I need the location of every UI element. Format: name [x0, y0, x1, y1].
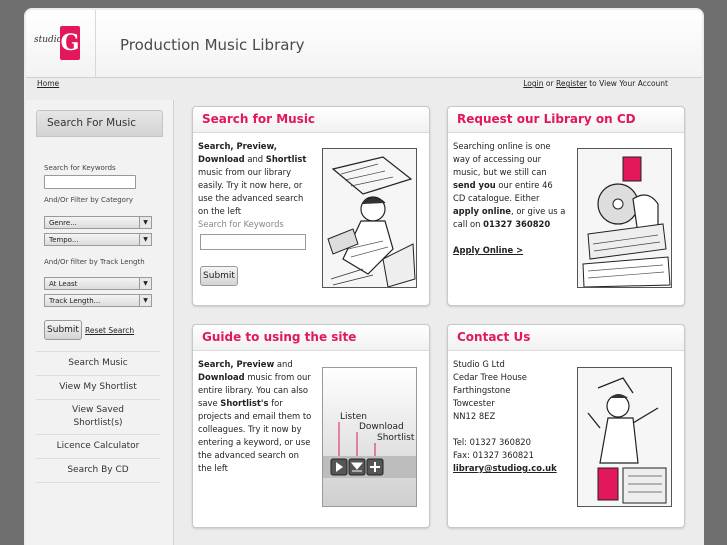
- keywords-label: Search for Keywords: [44, 164, 116, 172]
- illustration-cd-player: [577, 148, 672, 288]
- contact-address: Studio G Ltd Cedar Tree House Farthingst…: [453, 358, 567, 475]
- atleast-select-value: At Least: [49, 280, 78, 288]
- genre-select[interactable]: Genre... ▼: [44, 216, 152, 229]
- or-text: or: [543, 79, 556, 88]
- sidebar-keywords-input[interactable]: [44, 175, 136, 189]
- request-cd-panel: Request our Library on CD Searching onli…: [447, 106, 685, 306]
- text-strong: send you: [453, 180, 496, 190]
- tempo-select[interactable]: Tempo... ▼: [44, 233, 152, 246]
- guide-panel-text: Search, Preview and Download music from …: [198, 358, 312, 475]
- address-line: NN12 8EZ: [453, 411, 496, 421]
- contact-panel: Contact Us Studio G Ltd Cedar Tree House…: [447, 324, 685, 528]
- logo[interactable]: studio G: [26, 10, 96, 78]
- contact-fax: Fax: 01327 360821: [453, 450, 534, 460]
- sidebar: Search For Music Search for Keywords And…: [26, 100, 174, 545]
- chevron-down-icon: ▼: [139, 234, 151, 245]
- top-nav: Home Login or Register to View Your Acco…: [24, 78, 704, 98]
- text-strong: apply online: [453, 206, 511, 216]
- text-strong: Download: [198, 154, 245, 164]
- sketch-icon: [578, 149, 671, 287]
- register-link[interactable]: Register: [556, 79, 587, 88]
- text-strong: Shortlist's: [220, 398, 269, 408]
- account-suffix: to View Your Account: [586, 79, 668, 88]
- contact-email-link[interactable]: library@studiog.co.uk: [453, 463, 557, 473]
- chevron-down-icon: ▼: [139, 217, 151, 228]
- guide-panel-title: Guide to using the site: [193, 325, 429, 351]
- login-link[interactable]: Login: [523, 79, 543, 88]
- search-panel: Search for Music Search, Preview, Downlo…: [192, 106, 430, 306]
- text-strong: Search, Preview: [198, 359, 275, 369]
- sidebar-item-search-music[interactable]: Search Music: [36, 351, 160, 375]
- sidebar-menu: Search Music View My Shortlist View Save…: [36, 351, 160, 483]
- text-strong: ,: [273, 141, 277, 151]
- sidebar-item-licence-calculator[interactable]: Licence Calculator: [36, 434, 160, 458]
- sidebar-item-search-by-cd[interactable]: Search By CD: [36, 458, 160, 483]
- account-links: Login or Register to View Your Account: [523, 79, 668, 88]
- home-link[interactable]: Home: [37, 79, 59, 88]
- text-strong: Search: [198, 141, 231, 151]
- address-line: Studio G Ltd: [453, 359, 505, 369]
- search-panel-text: Search, Preview, Download and Shortlist …: [198, 140, 312, 218]
- sidebar-tab[interactable]: Search For Music: [36, 110, 163, 137]
- text-strong: Download: [198, 372, 245, 382]
- site-title: Production Music Library: [120, 36, 305, 54]
- apply-online-link[interactable]: Apply Online >: [453, 245, 523, 255]
- sidebar-item-view-shortlist[interactable]: View My Shortlist: [36, 375, 160, 399]
- sketch-icon: [323, 149, 416, 287]
- page-frame: studio G Production Music Library Home L…: [24, 8, 704, 545]
- illustration-woman-desk: [322, 148, 417, 288]
- sidebar-item-saved-shortlists[interactable]: View Saved Shortlist(s): [36, 399, 160, 434]
- text-plain: and: [244, 154, 266, 164]
- track-length-select[interactable]: Track Length... ▼: [44, 294, 152, 307]
- request-panel-title: Request our Library on CD: [448, 107, 684, 133]
- contact-panel-title: Contact Us: [448, 325, 684, 351]
- text-plain: and: [274, 359, 293, 369]
- controls-guide-image: Listen Download Shortlist: [322, 367, 417, 507]
- text-plain: music from our library easily. Try it no…: [198, 167, 304, 216]
- contact-tel: Tel: 01327 360820: [453, 437, 531, 447]
- genre-select-value: Genre...: [49, 219, 77, 227]
- request-panel-text: Searching online is one way of accessing…: [453, 140, 567, 257]
- text-strong: 01327 360820: [483, 219, 551, 229]
- logo-script: studio: [34, 35, 63, 45]
- text-plain: for projects and email them to colleague…: [198, 398, 312, 473]
- address-line: Farthingstone: [453, 385, 511, 395]
- chevron-down-icon: ▼: [139, 295, 151, 306]
- text-strong: Shortlist: [265, 154, 307, 164]
- panel-submit-button[interactable]: Submit: [200, 266, 238, 286]
- panel-keywords-input[interactable]: [200, 234, 306, 250]
- address-line: Cedar Tree House: [453, 372, 527, 382]
- search-panel-title: Search for Music: [193, 107, 429, 133]
- tempo-select-value: Tempo...: [49, 236, 79, 244]
- reset-search-link[interactable]: Reset Search: [85, 326, 134, 335]
- logo-letter: G: [60, 26, 80, 60]
- site-header: studio G Production Music Library: [26, 10, 702, 78]
- length-label: And/Or filter by Track Length: [44, 258, 145, 266]
- text-plain: Searching online is one way of accessing…: [453, 141, 551, 177]
- text-strong: Preview: [236, 141, 274, 151]
- control-buttons-icon: [323, 422, 416, 478]
- sketch-icon: [578, 368, 671, 506]
- chevron-down-icon: ▼: [139, 278, 151, 289]
- sidebar-submit-button[interactable]: Submit: [44, 320, 82, 340]
- guide-panel: Guide to using the site Search, Preview …: [192, 324, 430, 528]
- atleast-select[interactable]: At Least ▼: [44, 277, 152, 290]
- illustration-conductor: [577, 367, 672, 507]
- track-length-select-value: Track Length...: [49, 297, 101, 305]
- category-label: And/Or Filter by Category: [44, 196, 133, 204]
- panel-keywords-label: Search for Keywords: [198, 219, 284, 229]
- address-line: Towcester: [453, 398, 495, 408]
